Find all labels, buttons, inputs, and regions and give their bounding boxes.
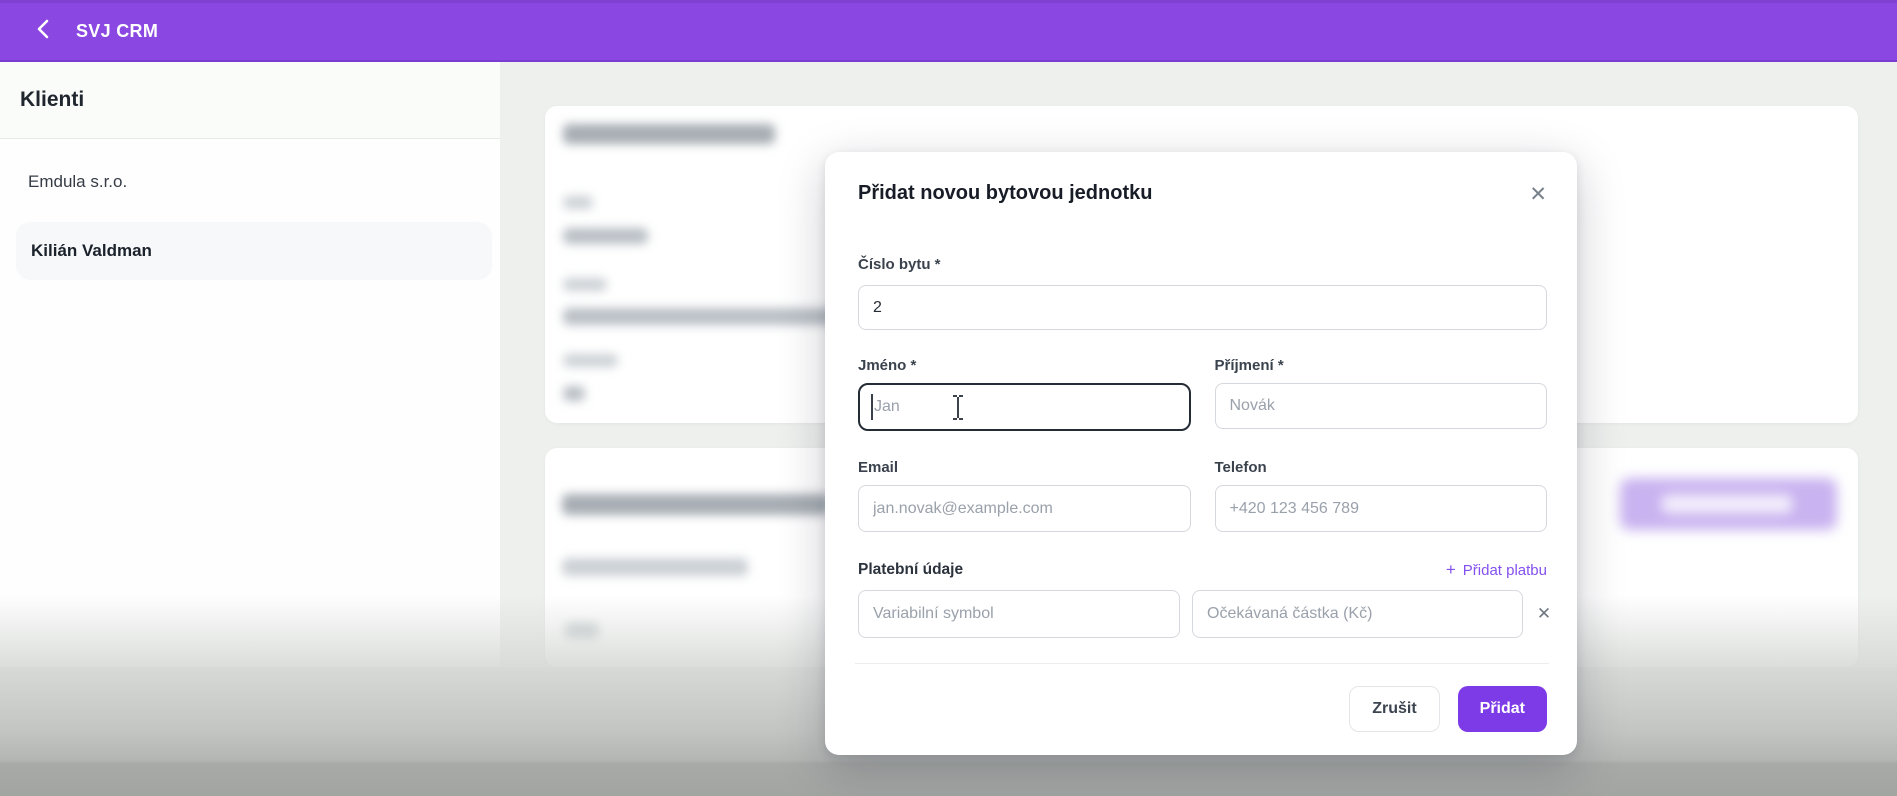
blurred-text-bar bbox=[565, 623, 599, 639]
footer-divider bbox=[855, 663, 1549, 664]
phone-label: Telefon bbox=[1214, 459, 1267, 476]
app-title: SVJ CRM bbox=[76, 21, 159, 41]
client-list: Emdula s.r.o. Kilián Valdman bbox=[0, 139, 500, 280]
payment-section-label: Platební údaje bbox=[858, 561, 964, 578]
add-unit-modal: Přidat novou bytovou jednotku ✕ Číslo by… bbox=[825, 152, 1577, 755]
plus-icon: + bbox=[1445, 560, 1456, 579]
blurred-text-bar bbox=[562, 494, 830, 515]
client-item-label: Kilián Valdman bbox=[31, 241, 152, 260]
add-payment-label: Přidat platbu bbox=[1462, 561, 1547, 579]
app-header: SVJ CRM bbox=[0, 0, 1897, 62]
variable-symbol-input[interactable] bbox=[858, 590, 1180, 638]
first-name-label: Jméno * bbox=[858, 357, 917, 374]
blurred-text-bar bbox=[563, 196, 593, 209]
sidebar: Klienti Emdula s.r.o. Kilián Valdman bbox=[0, 62, 500, 667]
sidebar-item-kilian-valdman[interactable]: Kilián Valdman bbox=[16, 222, 492, 280]
add-unit-button-blurred[interactable] bbox=[1620, 478, 1837, 530]
email-label: Email bbox=[858, 459, 899, 476]
unit-number-label: Číslo bytu * bbox=[858, 256, 941, 273]
client-item-label: Emdula s.r.o. bbox=[28, 172, 128, 191]
blurred-text-bar bbox=[563, 386, 585, 401]
first-name-input[interactable] bbox=[858, 383, 1191, 431]
last-name-input[interactable] bbox=[1214, 383, 1547, 429]
blurred-text-bar bbox=[563, 124, 775, 144]
back-chevron-icon bbox=[36, 19, 50, 44]
add-payment-link[interactable]: + Přidat platbu bbox=[1446, 560, 1547, 580]
close-icon[interactable]: ✕ bbox=[1529, 184, 1547, 205]
sidebar-heading: Klienti bbox=[20, 88, 85, 111]
blurred-text-bar bbox=[563, 278, 607, 291]
remove-payment-icon[interactable]: ✕ bbox=[1531, 601, 1557, 627]
blurred-button-label bbox=[1662, 495, 1792, 513]
text-caret bbox=[871, 394, 873, 420]
blurred-text-bar bbox=[563, 228, 648, 244]
phone-input[interactable] bbox=[1214, 485, 1547, 532]
sidebar-item-emdula[interactable]: Emdula s.r.o. bbox=[16, 153, 492, 211]
back-button[interactable] bbox=[28, 17, 58, 47]
sidebar-header: Klienti bbox=[0, 62, 500, 139]
unit-number-input[interactable] bbox=[858, 285, 1547, 330]
cancel-button[interactable]: Zrušit bbox=[1349, 686, 1440, 732]
blurred-text-bar bbox=[562, 558, 748, 576]
submit-button[interactable]: Přidat bbox=[1457, 686, 1547, 732]
blurred-text-bar bbox=[563, 354, 618, 367]
last-name-label: Příjmení * bbox=[1214, 357, 1284, 374]
modal-title: Přidat novou bytovou jednotku bbox=[858, 182, 1153, 204]
expected-amount-input[interactable] bbox=[1192, 590, 1523, 638]
email-input[interactable] bbox=[858, 485, 1191, 532]
blurred-text-bar bbox=[563, 308, 843, 325]
